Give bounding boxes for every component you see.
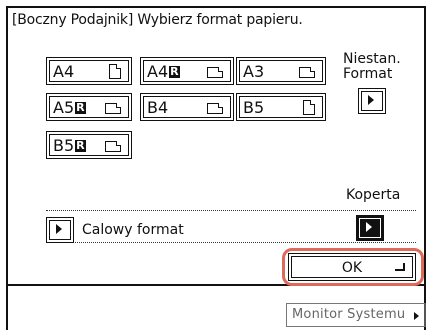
rotated-badge: R	[75, 101, 86, 114]
arrow-right-icon	[56, 224, 62, 234]
paper-size-label: A5	[53, 98, 75, 117]
inch-format-button[interactable]	[46, 217, 74, 243]
inch-format-label: Calowy format	[82, 222, 184, 238]
rotated-badge: R	[169, 65, 180, 78]
paper-size-label: A4	[53, 62, 75, 81]
paper-size-a4-button[interactable]: A4	[46, 57, 132, 85]
landscape-paper-icon	[105, 103, 121, 114]
enter-icon	[395, 263, 405, 271]
landscape-paper-icon	[105, 141, 121, 152]
paper-size-b5-button[interactable]: B5	[236, 93, 326, 121]
envelope-button[interactable]	[356, 215, 384, 241]
system-monitor-label: Monitor Systemu	[292, 307, 406, 322]
portrait-paper-icon	[303, 100, 315, 115]
portrait-paper-icon	[109, 64, 121, 79]
rotated-badge: R	[75, 139, 86, 152]
paper-size-label: B5	[53, 136, 75, 155]
paper-size-b5r-button[interactable]: B5 R	[46, 131, 132, 159]
paper-size-label: A4	[147, 62, 169, 81]
paper-size-label: B5	[243, 98, 265, 117]
paper-size-label: B4	[147, 98, 169, 117]
paper-size-a3-button[interactable]: A3	[236, 57, 326, 85]
paper-size-screen: [Boczny Podajnik] Wybierz format papieru…	[0, 0, 430, 330]
landscape-paper-icon	[299, 67, 315, 78]
system-monitor-button[interactable]: Monitor Systemu	[286, 303, 426, 327]
separator	[46, 242, 416, 243]
landscape-paper-icon	[207, 103, 223, 114]
page-title: [Boczny Podajnik] Wybierz format papieru…	[12, 12, 303, 28]
nonstandard-format-label: Niestan. Format	[343, 51, 401, 82]
ok-button[interactable]: OK	[288, 253, 416, 281]
paper-size-label: A3	[243, 62, 265, 81]
arrow-right-icon	[414, 312, 419, 320]
separator	[46, 210, 416, 211]
paper-size-a5r-button[interactable]: A5 R	[46, 93, 132, 121]
paper-size-a4r-button[interactable]: A4 R	[140, 57, 234, 85]
arrow-right-icon	[368, 95, 374, 105]
paper-size-b4-button[interactable]: B4	[140, 93, 234, 121]
arrow-right-icon	[366, 222, 372, 232]
nonstandard-format-button[interactable]	[358, 88, 386, 114]
landscape-paper-icon	[207, 67, 223, 78]
envelope-label: Koperta	[346, 187, 401, 203]
